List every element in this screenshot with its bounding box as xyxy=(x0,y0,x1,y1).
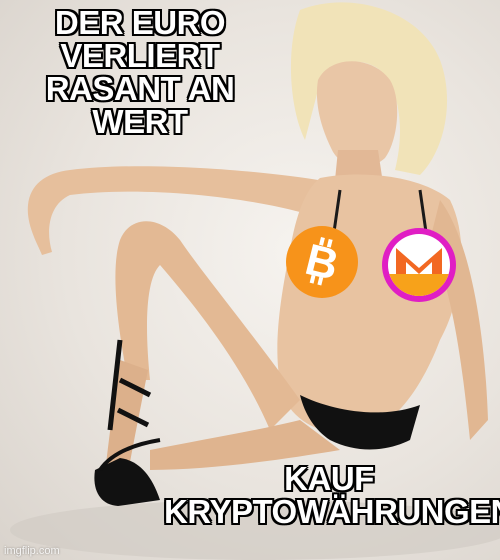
leg-raised xyxy=(115,221,300,430)
meme-image: B DER EURO VERLIERT RASANT AN WERT KAUF … xyxy=(0,0,500,560)
imgflip-watermark: imgflip.com xyxy=(4,545,60,557)
torso xyxy=(277,174,462,434)
bitcoin-logo-icon: B xyxy=(286,226,358,298)
monero-logo-icon xyxy=(382,228,456,302)
bottom-caption: KAUF KRYPTOWÄHRUNGEN xyxy=(164,460,500,530)
top-caption: DER EURO VERLIERT RASANT AN WERT xyxy=(45,4,235,140)
